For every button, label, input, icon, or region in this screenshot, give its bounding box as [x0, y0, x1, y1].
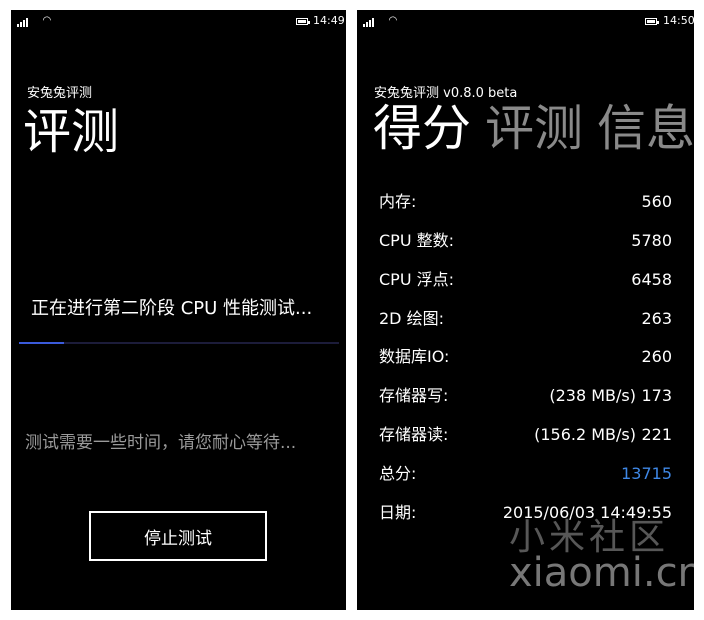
battery-icon	[296, 18, 310, 25]
score-speed: (156.2 MB/s)	[534, 425, 636, 444]
progress-status-text: 正在进行第二阶段 CPU 性能测试...	[31, 298, 313, 319]
signal-strength-icon	[17, 18, 31, 27]
score-speed: (238 MB/s)	[549, 386, 636, 405]
pivot-tab-test[interactable]: 评测	[485, 100, 583, 157]
status-time: 14:50	[663, 14, 694, 27]
score-row-total: 总分: 13715	[379, 462, 672, 486]
benchmark-running-screen: ◜◝ 14:49 安兔兔评测 评测 正在进行第二阶段 CPU 性能测试... 测…	[11, 10, 346, 610]
score-row-storage-read: 存储器读: (156.2 MB/s) 221	[379, 423, 672, 447]
signal-strength-icon	[363, 18, 377, 27]
score-label: CPU 浮点:	[379, 270, 455, 289]
score-value: 260	[641, 347, 672, 366]
score-value: 5780	[631, 231, 672, 250]
benchmark-score-screen: ◜◝ 14:50 安兔兔评测 v0.8.0 beta 得分 评测 信息 小米社区 x…	[357, 10, 694, 610]
score-value: 560	[641, 192, 672, 211]
score-row-2d-drawing: 2D 绘图: 263	[379, 307, 672, 331]
page-title: 评测	[23, 104, 120, 160]
score-label: 数据库IO:	[379, 347, 450, 366]
score-label: 存储器写:	[379, 386, 449, 405]
stop-test-button[interactable]: 停止测试	[89, 511, 267, 561]
score-row-cpu-float: CPU 浮点: 6458	[379, 268, 672, 292]
score-row-database-io: 数据库IO: 260	[379, 345, 672, 369]
progress-bar	[19, 342, 339, 344]
score-label: 存储器读:	[379, 425, 449, 444]
pivot-header: 得分 评测 信息	[373, 102, 694, 156]
score-value: 221	[641, 425, 672, 444]
score-value: 263	[641, 309, 672, 328]
watermark-text-en: xiaomi.cn	[509, 550, 694, 596]
pivot-tab-score[interactable]: 得分	[373, 100, 471, 157]
progress-bar-fill	[19, 342, 64, 344]
score-label: CPU 整数:	[379, 231, 455, 250]
score-label: 内存:	[379, 192, 417, 211]
score-value: 6458	[631, 270, 672, 289]
total-score-value: 13715	[621, 464, 672, 483]
score-row-memory: 内存: 560	[379, 190, 672, 214]
score-date-value: 2015/06/03 14:49:55	[502, 503, 672, 522]
status-bar: ◜◝ 14:49	[11, 10, 346, 32]
wifi-icon: ◜◝	[43, 15, 51, 26]
wait-hint-text: 测试需要一些时间，请您耐心等待...	[25, 433, 297, 453]
wifi-icon: ◜◝	[389, 15, 397, 26]
score-label: 总分:	[379, 464, 417, 483]
app-title: 安兔兔评测	[27, 86, 93, 101]
battery-icon	[645, 18, 659, 25]
status-bar: ◜◝ 14:50	[357, 10, 694, 32]
score-row-date: 日期: 2015/06/03 14:49:55	[379, 501, 672, 525]
status-time: 14:49	[313, 14, 345, 27]
score-value: 173	[641, 386, 672, 405]
score-row-storage-write: 存储器写: (238 MB/s) 173	[379, 384, 672, 408]
score-label: 日期:	[379, 503, 417, 522]
score-label: 2D 绘图:	[379, 309, 444, 328]
pivot-tab-info[interactable]: 信息	[597, 100, 694, 157]
app-title: 安兔兔评测 v0.8.0 beta	[374, 86, 518, 101]
score-row-cpu-integer: CPU 整数: 5780	[379, 229, 672, 253]
